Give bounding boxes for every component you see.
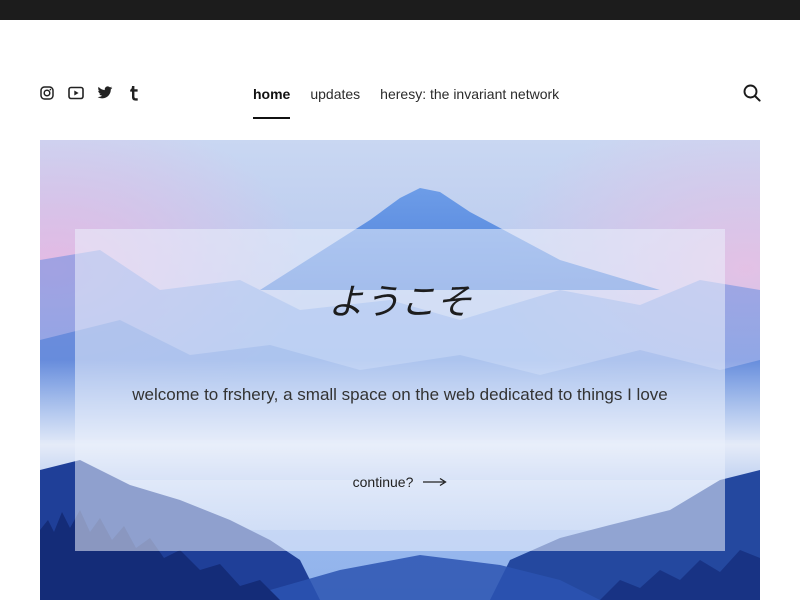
site-header: home updates heresy: the invariant netwo… <box>0 20 800 140</box>
instagram-icon[interactable] <box>39 85 55 101</box>
nav-item-heresy[interactable]: heresy: the invariant network <box>380 86 559 102</box>
social-links <box>39 85 155 101</box>
search-icon[interactable] <box>743 84 761 102</box>
main-navigation: home updates heresy: the invariant netwo… <box>253 86 579 119</box>
long-arrow-right-icon <box>423 477 448 487</box>
continue-link[interactable]: continue? <box>75 473 725 491</box>
continue-label: continue? <box>352 474 414 490</box>
welcome-subtitle: welcome to frshery, a small space on the… <box>132 385 668 404</box>
welcome-title: ようこそ <box>327 282 472 323</box>
top-bar <box>0 0 800 20</box>
twitter-icon[interactable] <box>97 85 113 101</box>
hero-banner: ようこそ welcome to frshery, a small space o… <box>40 140 760 600</box>
welcome-card: ようこそ welcome to frshery, a small space o… <box>75 229 725 551</box>
nav-item-home[interactable]: home <box>253 86 291 119</box>
youtube-icon[interactable] <box>68 85 84 101</box>
tumblr-icon[interactable] <box>126 85 142 101</box>
nav-item-updates[interactable]: updates <box>310 86 360 102</box>
